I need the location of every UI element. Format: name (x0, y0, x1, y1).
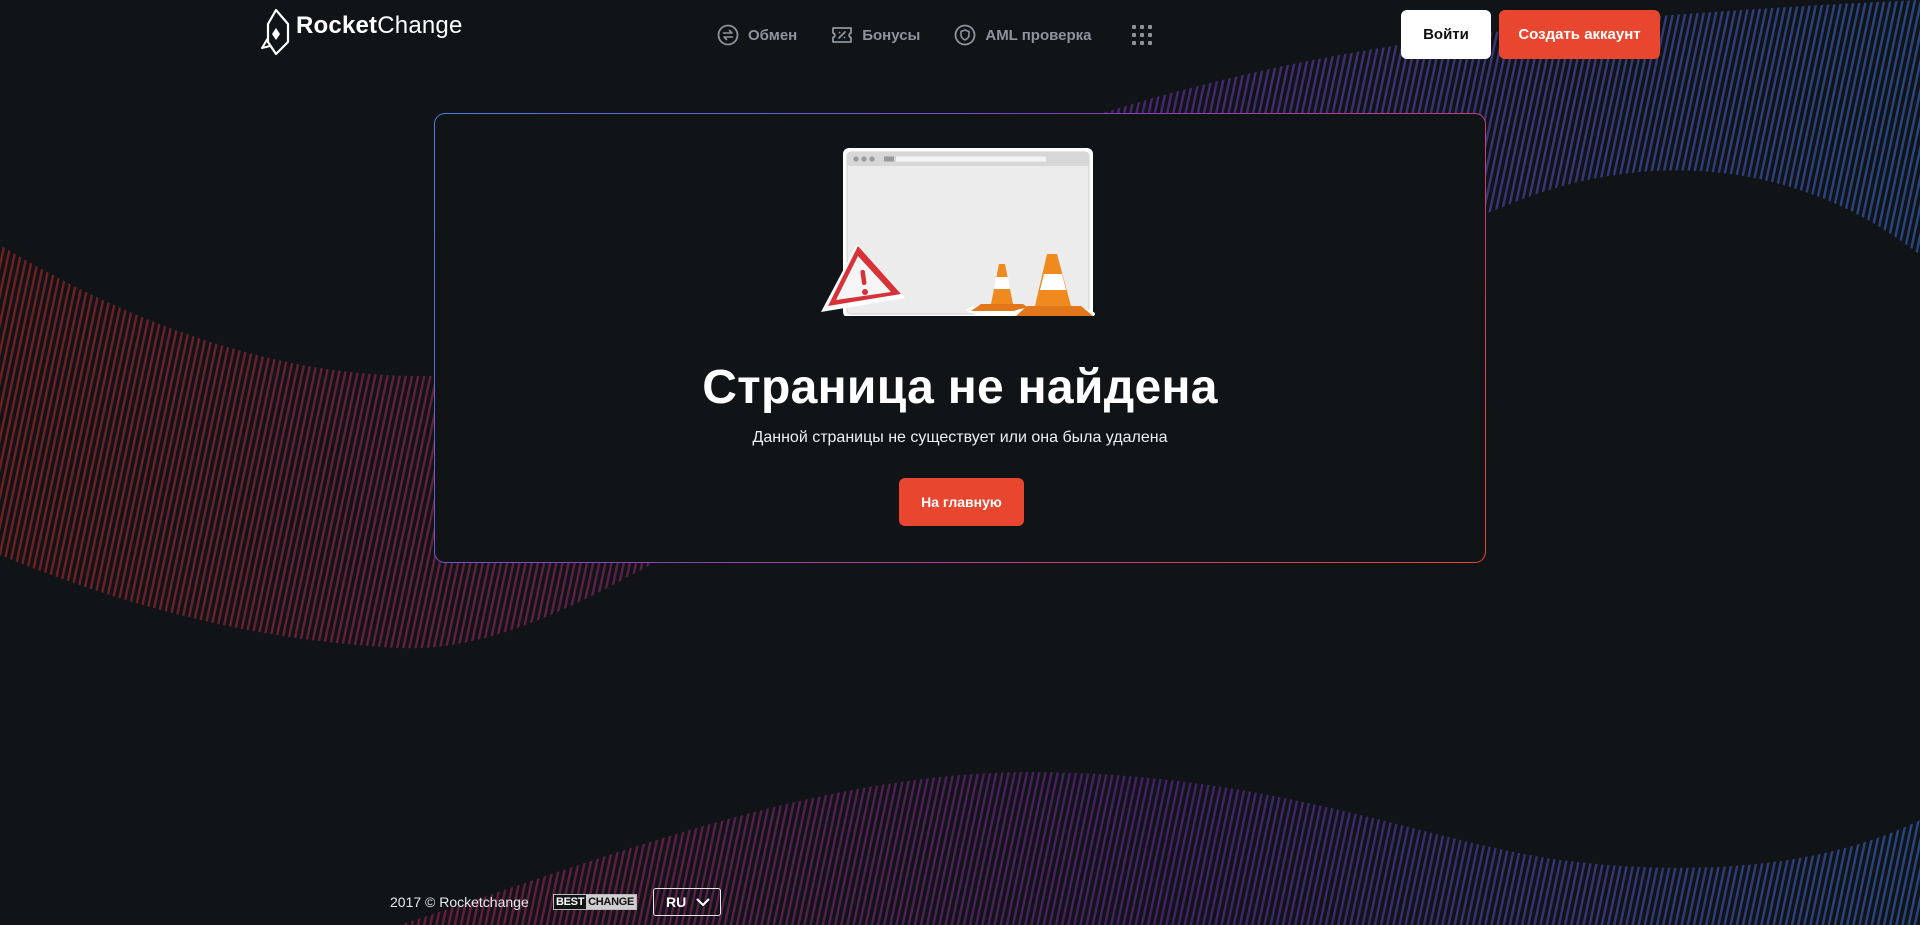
nav-item-bonuses[interactable]: Бонусы (831, 25, 920, 45)
apps-grid-icon[interactable] (1131, 25, 1152, 45)
go-home-button[interactable]: На главную (899, 478, 1024, 526)
site-footer: 2017 © Rocketchange BEST CHANGE RU (0, 885, 1920, 920)
main-nav: Обмен Бонусы AML проверка (717, 22, 1152, 48)
shield-icon (954, 24, 976, 46)
nav-item-label: Бонусы (862, 26, 921, 44)
nav-item-label: Обмен (748, 26, 798, 44)
nav-item-aml[interactable]: AML проверка (954, 24, 1092, 46)
rocket-logo-icon (261, 8, 290, 56)
nav-item-exchange[interactable]: Обмен (717, 24, 797, 46)
bestchange-badge[interactable]: BEST CHANGE (553, 894, 638, 910)
page-title: Страница не найдена (702, 361, 1218, 414)
create-account-button[interactable]: Создать аккаунт (1499, 10, 1660, 59)
exchange-icon (717, 24, 739, 46)
chevron-down-icon (696, 898, 710, 906)
language-select[interactable]: RU (653, 888, 721, 916)
bestchange-label-right: CHANGE (586, 895, 637, 909)
error-card: Страница не найдена Данной страницы не с… (434, 113, 1486, 563)
login-button[interactable]: Войти (1401, 10, 1491, 59)
language-value: RU (666, 894, 687, 910)
page-subtitle: Данной страницы не существует или она бы… (752, 429, 1168, 446)
logo[interactable]: RocketChange (258, 8, 463, 58)
site-header: RocketChange Обмен Бонусы AML проверка В… (0, 0, 1920, 70)
broken-browser-illustration (821, 148, 1095, 316)
ticket-icon (832, 27, 853, 43)
bestchange-label-left: BEST (554, 895, 587, 909)
copyright-text: 2017 © Rocketchange (390, 894, 529, 910)
nav-item-label: AML проверка (985, 26, 1092, 44)
logo-text: RocketChange (296, 12, 463, 39)
